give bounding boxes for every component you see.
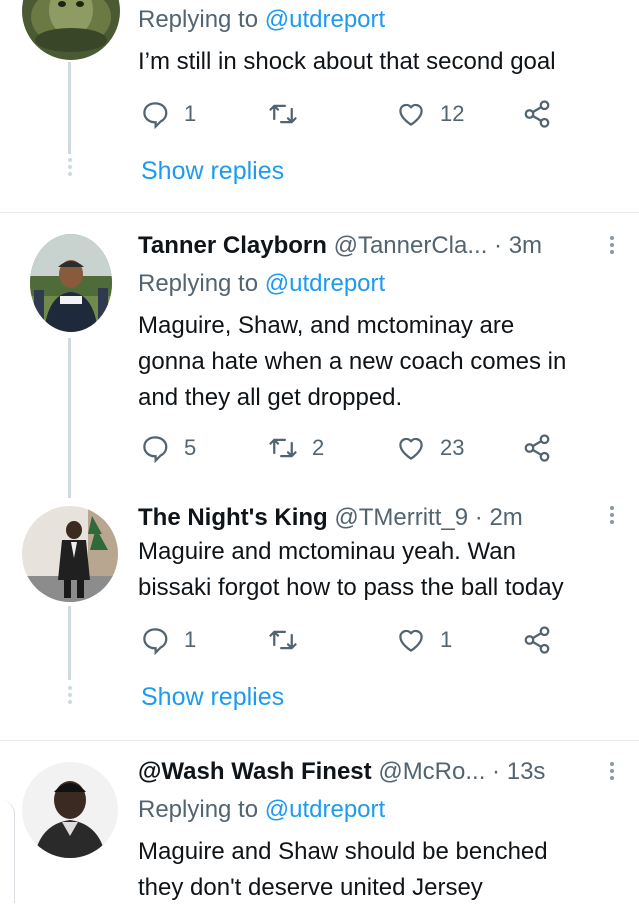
reply-icon bbox=[143, 102, 168, 129]
tweet-header: @Wash Wash Finest @McRo... · 13s bbox=[138, 758, 546, 785]
show-replies-link[interactable]: Show replies bbox=[141, 156, 284, 186]
retweet-button[interactable]: 2 bbox=[268, 432, 324, 464]
man-in-stadium-avatar-icon bbox=[30, 234, 112, 332]
share-button[interactable] bbox=[522, 624, 552, 656]
tweet-actions: 1 12 bbox=[140, 98, 560, 130]
avatar[interactable] bbox=[22, 506, 118, 602]
like-icon bbox=[399, 103, 423, 126]
tweet-actions: 5 2 23 bbox=[140, 432, 560, 464]
display-name[interactable]: The Night's King bbox=[138, 504, 328, 531]
reply-button[interactable]: 1 bbox=[140, 624, 196, 656]
timestamp[interactable]: 2m bbox=[489, 504, 522, 531]
tweet-text: Maguire and Shaw should be benched they … bbox=[138, 838, 548, 901]
like-count: 1 bbox=[440, 627, 453, 652]
tweet-actions: 1 1 bbox=[140, 624, 560, 656]
display-name[interactable]: Tanner Clayborn bbox=[138, 232, 327, 259]
tweet-text: Maguire and mctominau yeah. Wan bissaki … bbox=[138, 538, 564, 601]
replying-to: Replying to @utdreport bbox=[138, 796, 386, 823]
retweet-icon bbox=[269, 438, 297, 458]
share-icon bbox=[524, 626, 550, 654]
mention-link[interactable]: @utdreport bbox=[265, 270, 385, 297]
reply-icon bbox=[143, 628, 168, 655]
show-replies-link[interactable]: Show replies bbox=[141, 682, 284, 712]
reply-count: 5 bbox=[184, 435, 197, 460]
reply-count: 1 bbox=[184, 627, 197, 652]
thread-more-dots bbox=[66, 158, 74, 176]
like-count: 23 bbox=[440, 435, 465, 460]
retweet-button[interactable] bbox=[268, 98, 312, 130]
retweet-icon bbox=[269, 104, 297, 124]
reply-button[interactable]: 1 bbox=[140, 98, 196, 130]
more-icon[interactable] bbox=[610, 236, 614, 254]
retweet-count: 2 bbox=[312, 435, 325, 460]
user-handle[interactable]: @McRo... bbox=[378, 758, 485, 785]
man-headshot-avatar-icon bbox=[22, 762, 118, 858]
tweet-text: Maguire, Shaw, and mctominay are gonna h… bbox=[138, 312, 567, 411]
thread-line bbox=[68, 62, 71, 154]
man-in-suit-avatar-icon bbox=[22, 506, 118, 602]
tortoise-avatar-icon bbox=[22, 0, 120, 60]
user-handle[interactable]: @TannerCla... bbox=[334, 232, 488, 259]
more-icon[interactable] bbox=[610, 762, 614, 780]
retweet-icon bbox=[269, 630, 297, 650]
divider bbox=[0, 740, 639, 741]
thread-line bbox=[68, 338, 71, 498]
thread-more-dots bbox=[66, 686, 74, 704]
compose-panel-edge bbox=[0, 800, 15, 903]
mention-link[interactable]: @utdreport bbox=[265, 796, 385, 823]
share-icon bbox=[524, 434, 550, 462]
share-button[interactable] bbox=[522, 98, 552, 130]
replying-to: Replying to @utdreport bbox=[138, 270, 386, 297]
reply-button[interactable]: 5 bbox=[140, 432, 196, 464]
timestamp[interactable]: 13s bbox=[507, 758, 546, 785]
tweet-text: I’m still in shock about that second goa… bbox=[138, 48, 556, 75]
avatar[interactable] bbox=[22, 762, 118, 858]
share-icon bbox=[524, 100, 550, 128]
tweet-header: The Night's King @TMerritt_9 · 2m bbox=[138, 504, 523, 531]
like-count: 12 bbox=[440, 101, 465, 126]
like-button[interactable]: 1 bbox=[396, 624, 452, 656]
like-icon bbox=[399, 437, 423, 460]
reply-count: 1 bbox=[184, 101, 197, 126]
like-icon bbox=[399, 629, 423, 652]
like-button[interactable]: 23 bbox=[396, 432, 464, 464]
tweet-header: Tanner Clayborn @TannerCla... · 3m bbox=[138, 232, 543, 259]
avatar[interactable] bbox=[22, 0, 120, 60]
retweet-button[interactable] bbox=[268, 624, 312, 656]
avatar[interactable] bbox=[30, 234, 112, 332]
replying-to: Replying to @utdreport bbox=[138, 6, 386, 33]
user-handle[interactable]: @TMerritt_9 bbox=[334, 504, 468, 531]
timestamp[interactable]: 3m bbox=[509, 232, 542, 259]
thread-line bbox=[68, 606, 71, 680]
mention-link[interactable]: @utdreport bbox=[265, 6, 385, 33]
display-name[interactable]: @Wash Wash Finest bbox=[138, 758, 372, 785]
more-icon[interactable] bbox=[610, 506, 614, 524]
divider bbox=[0, 212, 639, 213]
like-button[interactable]: 12 bbox=[396, 98, 464, 130]
reply-icon bbox=[143, 436, 168, 463]
share-button[interactable] bbox=[522, 432, 552, 464]
